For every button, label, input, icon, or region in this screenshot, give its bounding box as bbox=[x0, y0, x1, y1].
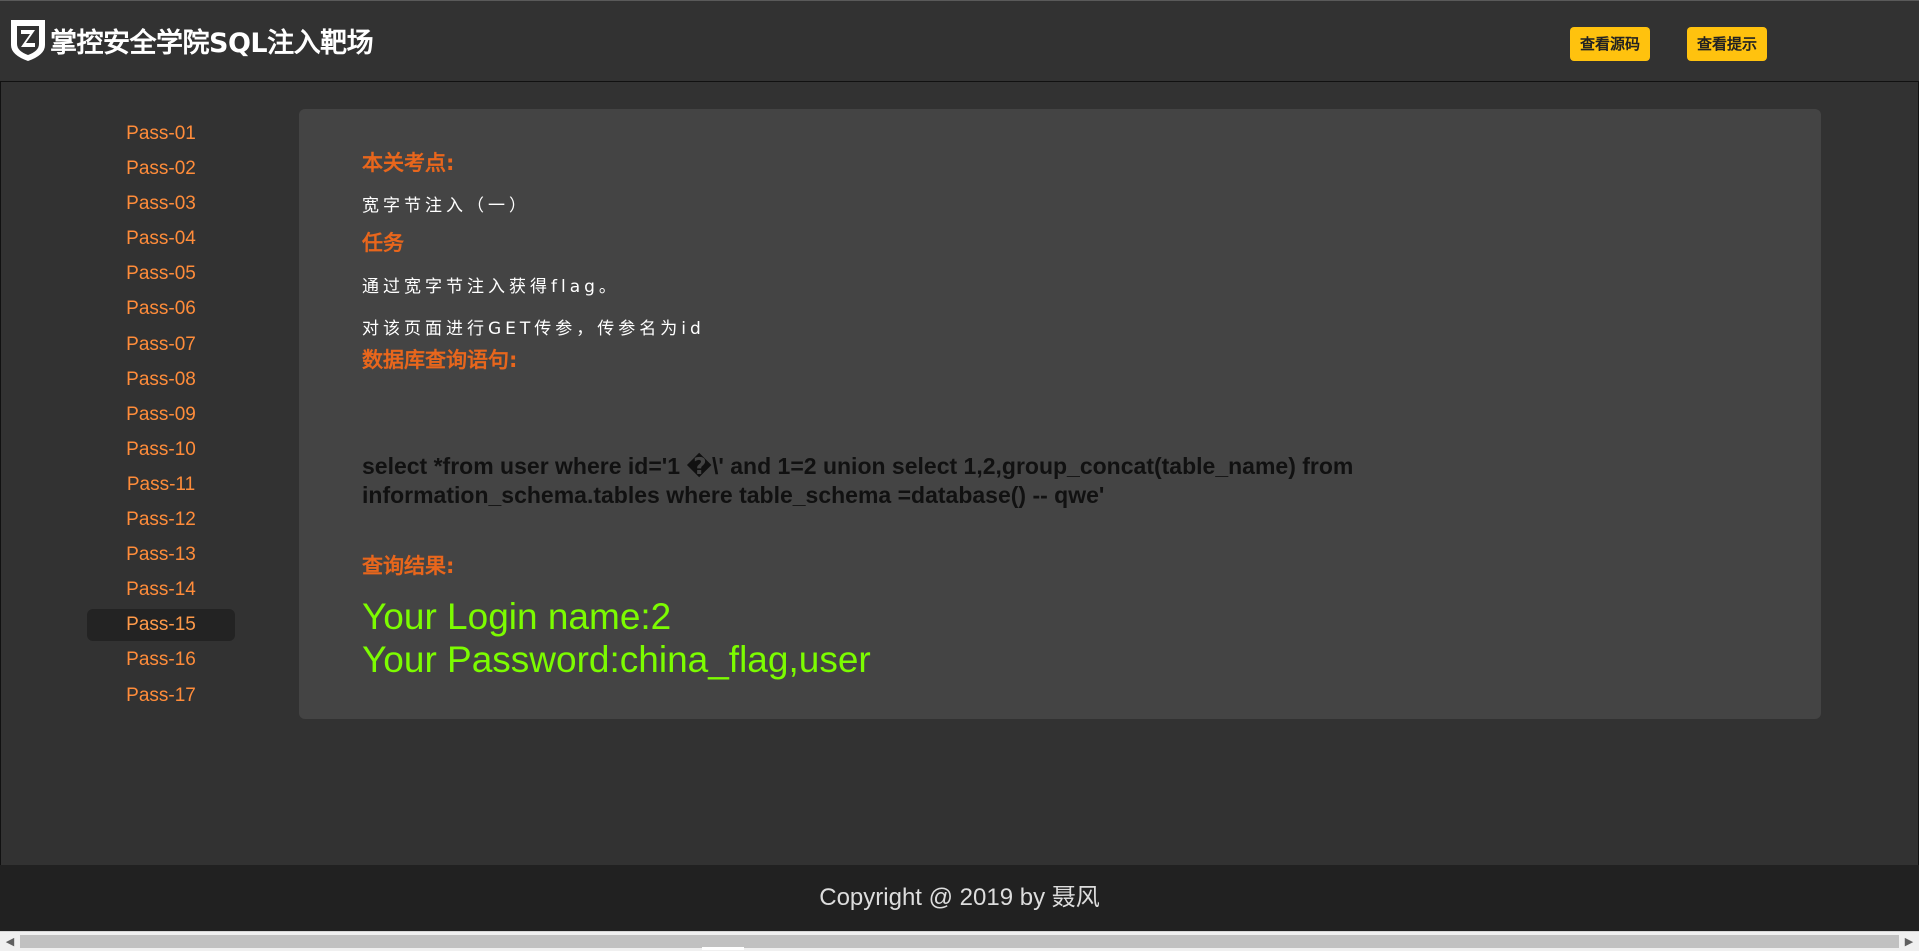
sidebar-item-pass-15[interactable]: Pass-15 bbox=[87, 609, 235, 642]
shield-logo-icon bbox=[11, 20, 45, 61]
result-login-name: Your Login name:2 bbox=[362, 596, 672, 637]
sidebar: Pass-01 Pass-02 Pass-03 Pass-04 Pass-05 … bbox=[87, 118, 235, 715]
section-title-query: 数据库查询语句: bbox=[362, 348, 518, 372]
footer-copyright: Copyright @ 2019 by 聂风 bbox=[0, 865, 1919, 931]
site-logo[interactable]: 掌控安全学院SQL注入靶场 bbox=[8, 17, 374, 63]
task-text-2: 对该页面进行GET传参，传参名为id bbox=[362, 319, 705, 339]
scroll-right-arrow-icon[interactable]: ▶ bbox=[1901, 934, 1917, 950]
section-title-task: 任务 bbox=[362, 231, 404, 255]
section-title-result: 查询结果: bbox=[362, 554, 455, 578]
section-title-test-point: 本关考点: bbox=[362, 151, 455, 175]
sidebar-item-pass-17[interactable]: Pass-17 bbox=[87, 680, 235, 712]
scrollbar-grip bbox=[702, 947, 744, 950]
sidebar-item-pass-08[interactable]: Pass-08 bbox=[87, 364, 235, 396]
result-password: Your Password:china_flag,user bbox=[362, 639, 871, 680]
sidebar-item-pass-07[interactable]: Pass-07 bbox=[87, 329, 235, 361]
sidebar-item-pass-01[interactable]: Pass-01 bbox=[87, 118, 235, 150]
sidebar-item-pass-02[interactable]: Pass-02 bbox=[87, 153, 235, 185]
sidebar-item-pass-05[interactable]: Pass-05 bbox=[87, 258, 235, 290]
sidebar-item-pass-03[interactable]: Pass-03 bbox=[87, 188, 235, 220]
scroll-left-arrow-icon[interactable]: ◀ bbox=[2, 934, 18, 950]
sidebar-item-pass-10[interactable]: Pass-10 bbox=[87, 434, 235, 466]
view-source-button[interactable]: 查看源码 bbox=[1570, 27, 1651, 61]
sidebar-item-pass-04[interactable]: Pass-04 bbox=[87, 223, 235, 255]
sidebar-item-pass-12[interactable]: Pass-12 bbox=[87, 504, 235, 536]
page: 掌控安全学院SQL注入靶场 查看源码 查看提示 Pass-01 Pass-02 … bbox=[0, 0, 1919, 951]
task-text-1: 通过宽字节注入获得flag。 bbox=[362, 277, 620, 297]
sidebar-item-pass-14[interactable]: Pass-14 bbox=[87, 574, 235, 606]
main-area: Pass-01 Pass-02 Pass-03 Pass-04 Pass-05 … bbox=[0, 82, 1919, 865]
test-point-text: 宽字节注入（一） bbox=[362, 196, 530, 216]
sql-query: select *from user where id='1 �\' and 1=… bbox=[362, 452, 1482, 510]
header: 掌控安全学院SQL注入靶场 查看源码 查看提示 bbox=[0, 0, 1919, 82]
sidebar-item-pass-16[interactable]: Pass-16 bbox=[87, 644, 235, 676]
sidebar-item-pass-11[interactable]: Pass-11 bbox=[87, 469, 235, 501]
content-panel: 本关考点: 宽字节注入（一） 任务 通过宽字节注入获得flag。 对该页面进行G… bbox=[299, 109, 1821, 719]
query-result: Your Login name:2 Your Password:china_fl… bbox=[362, 595, 871, 681]
sidebar-item-pass-06[interactable]: Pass-06 bbox=[87, 293, 235, 325]
sidebar-item-pass-09[interactable]: Pass-09 bbox=[87, 399, 235, 431]
view-hint-button[interactable]: 查看提示 bbox=[1687, 27, 1768, 61]
sql-query-line-2: information_schema.tables where table_sc… bbox=[362, 482, 1105, 508]
sql-query-line-1: select *from user where id='1 �\' and 1=… bbox=[362, 453, 1354, 479]
horizontal-scrollbar[interactable]: ◀ ▶ bbox=[0, 931, 1919, 951]
sidebar-item-pass-13[interactable]: Pass-13 bbox=[87, 539, 235, 571]
site-title: 掌控安全学院SQL注入靶场 bbox=[50, 27, 374, 59]
scrollbar-thumb[interactable] bbox=[20, 935, 1899, 948]
